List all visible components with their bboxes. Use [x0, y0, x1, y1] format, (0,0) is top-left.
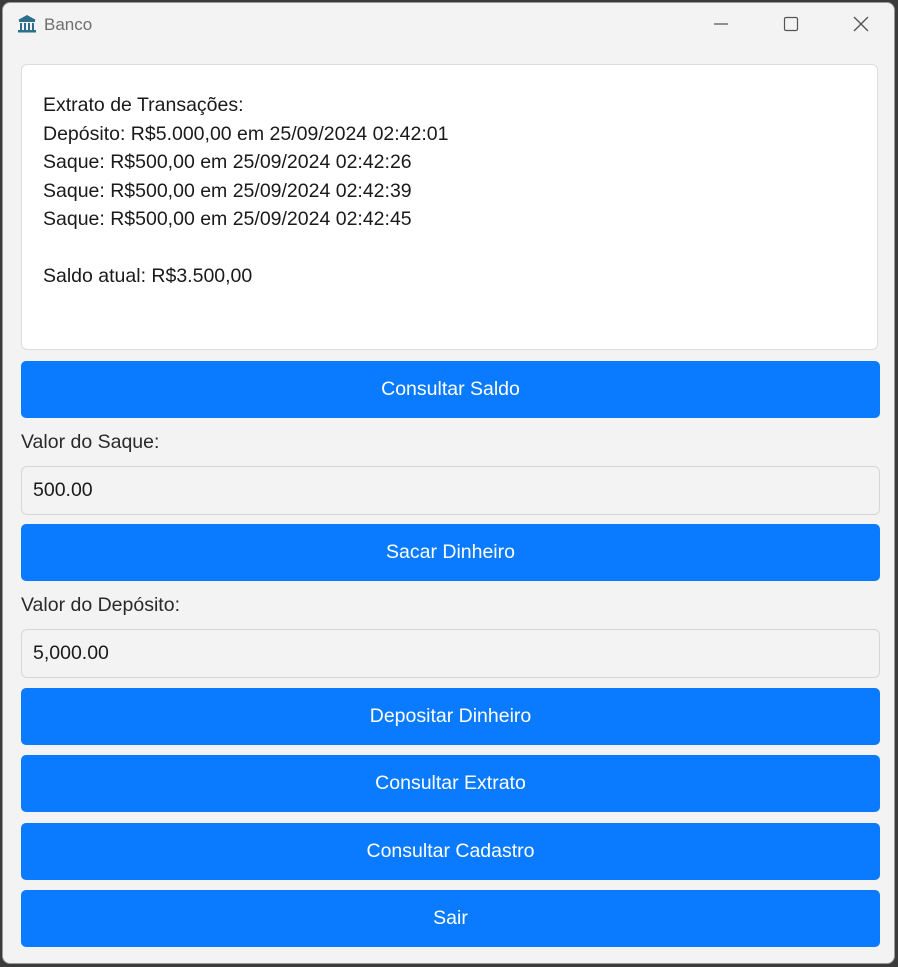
- check-balance-button[interactable]: Consultar Saldo: [21, 361, 880, 418]
- statement-line: Saque: R$500,00 em 25/09/2024 02:42:39: [43, 179, 412, 202]
- maximize-icon: [783, 16, 799, 32]
- app-window: Banco Extrato de Transações: Depósito: R…: [2, 2, 895, 964]
- statement-line: Saque: R$500,00 em 25/09/2024 02:42:26: [43, 151, 412, 173]
- close-icon: [852, 15, 870, 33]
- statement-button[interactable]: Consultar Extrato: [21, 755, 880, 812]
- withdraw-button[interactable]: Sacar Dinheiro: [21, 524, 880, 581]
- maximize-button[interactable]: [756, 3, 826, 45]
- registration-button[interactable]: Consultar Cadastro: [21, 823, 880, 880]
- deposit-amount-label: Valor do Depósito:: [21, 594, 180, 616]
- deposit-amount-input[interactable]: [21, 629, 880, 678]
- deposit-button[interactable]: Depositar Dinheiro: [21, 688, 880, 745]
- withdraw-amount-input[interactable]: [21, 466, 880, 515]
- statement-line: Extrato de Transações:: [43, 94, 244, 116]
- statement-line: Depósito: R$5.000,00 em 25/09/2024 02:42…: [43, 122, 449, 145]
- statement-line: Saque: R$500,00 em 25/09/2024 02:42:45: [43, 208, 412, 230]
- withdraw-amount-label: Valor do Saque:: [21, 431, 160, 453]
- title-bar[interactable]: Banco: [3, 3, 894, 45]
- bank-icon: [17, 14, 37, 34]
- statement-gap: [43, 234, 856, 263]
- window-title: Banco: [44, 15, 93, 34]
- statement-text-area[interactable]: Extrato de Transações: Depósito: R$5.000…: [21, 64, 878, 350]
- minimize-icon: [713, 16, 729, 32]
- exit-button[interactable]: Sair: [21, 890, 880, 947]
- statement-balance-line: Saldo atual: R$3.500,00: [43, 265, 253, 287]
- minimize-button[interactable]: [686, 3, 756, 45]
- close-button[interactable]: [826, 3, 894, 45]
